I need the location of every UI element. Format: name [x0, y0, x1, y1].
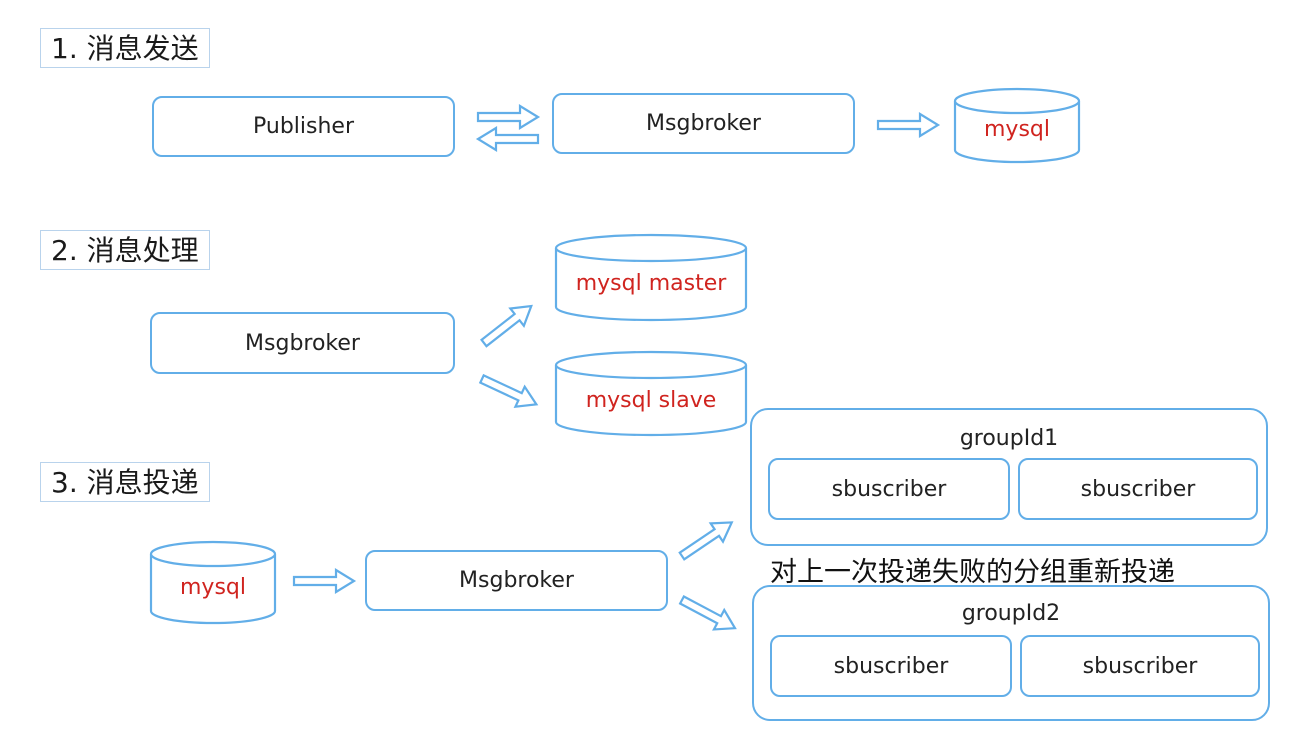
- subscriber-box: sbuscriber: [770, 635, 1012, 697]
- arrow-mysql-to-broker: [292, 568, 356, 594]
- arrow-broker-to-publisher: [476, 126, 540, 152]
- group-name-1: groupId1: [959, 426, 1059, 451]
- arrow-broker-to-group1: [674, 512, 739, 567]
- group-container-2: groupId2 sbuscriber sbuscriber: [752, 585, 1270, 721]
- subscriber-box: sbuscriber: [1018, 458, 1258, 520]
- arrow-broker-to-slave: [476, 367, 543, 416]
- subscriber-box: sbuscriber: [1020, 635, 1260, 697]
- msgbroker-label: Msgbroker: [245, 330, 360, 356]
- group-name-2: groupId2: [961, 601, 1061, 626]
- msgbroker-label: Msgbroker: [646, 111, 761, 136]
- arrow-broker-to-mysql: [876, 112, 940, 138]
- msgbroker-box-deliver: Msgbroker: [365, 550, 668, 611]
- msgbroker-box-send: Msgbroker: [552, 93, 855, 154]
- retry-note: 对上一次投递失败的分组重新投递: [770, 557, 1175, 588]
- arrow-publisher-to-broker: [476, 104, 540, 130]
- group-container-1: groupId1 sbuscriber sbuscriber: [750, 408, 1268, 546]
- publisher-label: Publisher: [253, 114, 354, 139]
- mysql-master-label: mysql master: [575, 271, 727, 296]
- msgbroker-box-process: Msgbroker: [150, 312, 455, 374]
- subscriber-box: sbuscriber: [768, 458, 1010, 520]
- arrow-broker-to-group2: [675, 589, 742, 639]
- mysql-label-deliver: mysql: [180, 575, 246, 600]
- subscriber-label: sbuscriber: [831, 476, 947, 502]
- subscriber-label: sbuscriber: [1080, 476, 1196, 502]
- mysql-slave-label: mysql slave: [585, 388, 717, 413]
- subscriber-label: sbuscriber: [833, 653, 949, 679]
- subscriber-label: sbuscriber: [1082, 653, 1198, 679]
- publisher-box: Publisher: [152, 96, 455, 157]
- arrow-broker-to-master: [476, 296, 540, 353]
- msgbroker-label: Msgbroker: [459, 568, 574, 593]
- mysql-label-send: mysql: [984, 117, 1050, 142]
